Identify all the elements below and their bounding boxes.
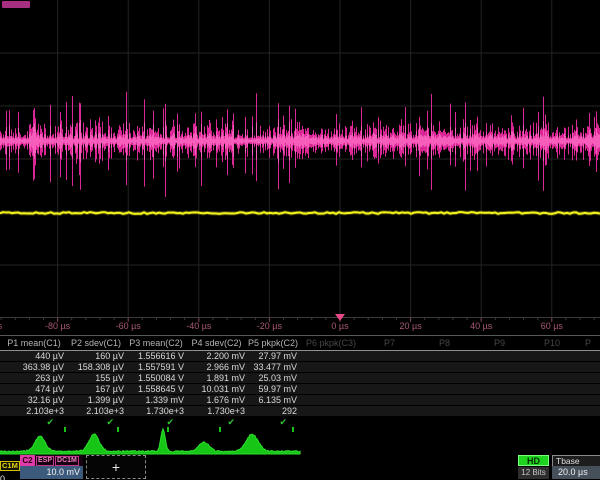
- c1-scale-value: 0 mV: [0, 473, 19, 480]
- plus-icon: +: [112, 459, 120, 475]
- measurement-value: 2.966 mV: [186, 362, 247, 372]
- measurement-value: 158.308 µV: [66, 362, 126, 372]
- hd-bits-label: 12 Bits: [518, 467, 549, 479]
- measurement-value: 32.16 µV: [2, 395, 66, 405]
- measurement-value: 1.730e+3: [186, 406, 247, 416]
- timebase-descriptor[interactable]: Tbase 20.0 µs: [552, 455, 600, 479]
- measurement-value: 33.477 mV: [247, 362, 299, 372]
- measurement-value: 1.730e+3: [126, 406, 186, 416]
- top-left-badge: [2, 1, 30, 8]
- measure-header-1[interactable]: P1 mean(C1): [2, 338, 66, 349]
- channel-c2-descriptor[interactable]: C2 ESP DC1M 10.0 mV: [20, 455, 83, 479]
- trigger-position-marker[interactable]: [335, 314, 345, 321]
- descriptor-bar: C1M 0 mV C2 ESP DC1M 10.0 mV + HD 12 Bit…: [0, 455, 600, 480]
- measurement-value: 25.03 mV: [247, 373, 299, 383]
- measurement-value: 1.556616 V: [126, 351, 186, 361]
- measure-header-5[interactable]: P5 pkpk(C2): [247, 338, 299, 349]
- measurement-table: P1 mean(C1)P2 sdev(C1)P3 mean(C2)P4 sdev…: [0, 335, 600, 433]
- channel-c1-descriptor[interactable]: C1M 0 mV: [0, 455, 19, 479]
- timebase-label: Tbase: [552, 455, 600, 466]
- measure-header-inactive-6[interactable]: P6 pkpk(C3): [300, 338, 362, 349]
- measurement-value: 27.97 mV: [247, 351, 299, 361]
- measurement-value: 1.557591 V: [126, 362, 186, 372]
- measurement-value: 474 µV: [2, 384, 66, 394]
- measure-header-inactive-10[interactable]: P10: [527, 338, 577, 349]
- measure-header-4[interactable]: P4 sdev(C2): [186, 338, 247, 349]
- measurement-value: 1.550084 V: [126, 373, 186, 383]
- time-axis-label: 0 µs: [331, 321, 348, 331]
- measurement-value: 440 µV: [2, 351, 66, 361]
- measure-header-3[interactable]: P3 mean(C2): [126, 338, 186, 349]
- time-axis-label: -20 µs: [257, 321, 282, 331]
- c2-coupling-tag: DC1M: [55, 456, 79, 466]
- measurement-value: 160 µV: [66, 351, 126, 361]
- c2-channel-label: C2: [20, 455, 35, 466]
- oscilloscope-screen: -100 µs -80 µs -60 µs -40 µs -20 µs 0 µs 20 µs…: [0, 0, 600, 480]
- measurement-value: 2.200 mV: [186, 351, 247, 361]
- measurement-value: 1.676 mV: [186, 395, 247, 405]
- time-axis-label: -40 µs: [186, 321, 211, 331]
- time-axis: -100 µs -80 µs -60 µs -40 µs -20 µs 0 µs 20 µs…: [0, 318, 600, 335]
- waveform-plot: [0, 0, 600, 335]
- measurement-value: 59.97 mV: [247, 384, 299, 394]
- measurement-value: 1.339 mV: [126, 395, 186, 405]
- measure-header-inactive-11[interactable]: P: [577, 338, 599, 349]
- time-axis-label: -60 µs: [116, 321, 141, 331]
- measurement-value: 1.558645 V: [126, 384, 186, 394]
- time-axis-label: -100 µs: [0, 321, 2, 331]
- measurement-value: 2.103e+3: [66, 406, 126, 416]
- measurement-value: 6.135 mV: [247, 395, 299, 405]
- measurement-value: 155 µV: [66, 373, 126, 383]
- measurement-value: 263 µV: [2, 373, 66, 383]
- measurement-value: 2.103e+3: [2, 406, 66, 416]
- time-axis-label: 60 µs: [541, 321, 563, 331]
- measure-header-inactive-7[interactable]: P7: [362, 338, 417, 349]
- measurement-value: 1.891 mV: [186, 373, 247, 383]
- measure-header-inactive-9[interactable]: P9: [472, 338, 527, 349]
- add-trace-button[interactable]: +: [86, 455, 146, 479]
- hd-label: HD: [518, 455, 549, 466]
- measurement-value: 167 µV: [66, 384, 126, 394]
- measurement-value: 363.98 µV: [2, 362, 66, 372]
- c2-title-bar: C2 ESP DC1M: [20, 455, 83, 466]
- time-axis-label: 40 µs: [470, 321, 492, 331]
- measurement-value: 10.031 mV: [186, 384, 247, 394]
- timebase-value: 20.0 µs: [552, 466, 600, 479]
- measurement-value: 292: [247, 406, 299, 416]
- time-axis-label: -80 µs: [45, 321, 70, 331]
- measure-header-inactive-8[interactable]: P8: [417, 338, 472, 349]
- histicon-strip: [0, 426, 600, 455]
- c1-coupling-tag: C1M: [0, 461, 20, 471]
- hd-mode-badge[interactable]: HD 12 Bits: [518, 455, 549, 479]
- measurement-value: 1.399 µV: [66, 395, 126, 405]
- c2-scale-value: 10.0 mV: [20, 466, 83, 479]
- time-axis-label: 20 µs: [399, 321, 421, 331]
- measure-header-2[interactable]: P2 sdev(C1): [66, 338, 126, 349]
- c2-eres-tag: ESP: [36, 456, 54, 466]
